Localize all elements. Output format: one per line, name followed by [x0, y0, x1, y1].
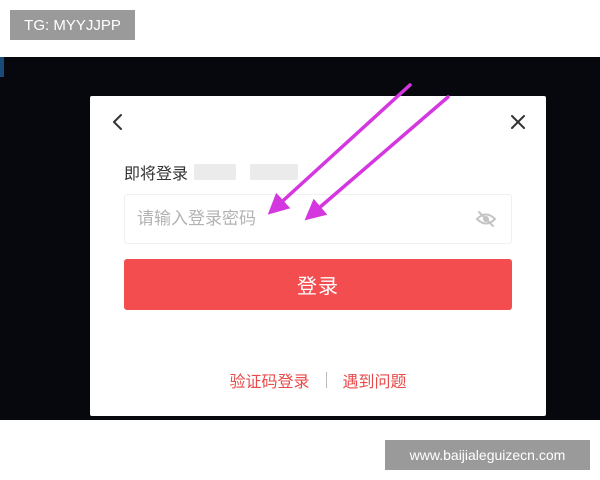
- backdrop-edge-accent: [0, 57, 4, 77]
- login-prompt: 即将登录: [124, 160, 299, 184]
- help-link[interactable]: 遇到问题: [343, 368, 407, 392]
- password-input[interactable]: [137, 195, 467, 243]
- account-name-redacted-2: [250, 164, 299, 180]
- login-button[interactable]: 登录: [124, 259, 512, 310]
- watermark-top: TG: MYYJJPP: [10, 10, 135, 40]
- account-name-redacted: [194, 164, 237, 180]
- password-field: [124, 194, 512, 244]
- login-prompt-label: 即将登录: [124, 164, 189, 183]
- close-icon[interactable]: [508, 112, 528, 132]
- sms-login-link[interactable]: 验证码登录: [229, 368, 309, 392]
- login-dialog: 即将登录 登录 验证码登录 遇到问题: [90, 96, 546, 416]
- link-separator: [325, 372, 327, 388]
- watermark-bottom: www.baijialeguizecn.com: [385, 440, 590, 470]
- eye-off-icon[interactable]: [475, 209, 497, 229]
- alt-links: 验证码登录 遇到问题: [90, 368, 546, 392]
- chevron-left-icon[interactable]: [108, 112, 128, 132]
